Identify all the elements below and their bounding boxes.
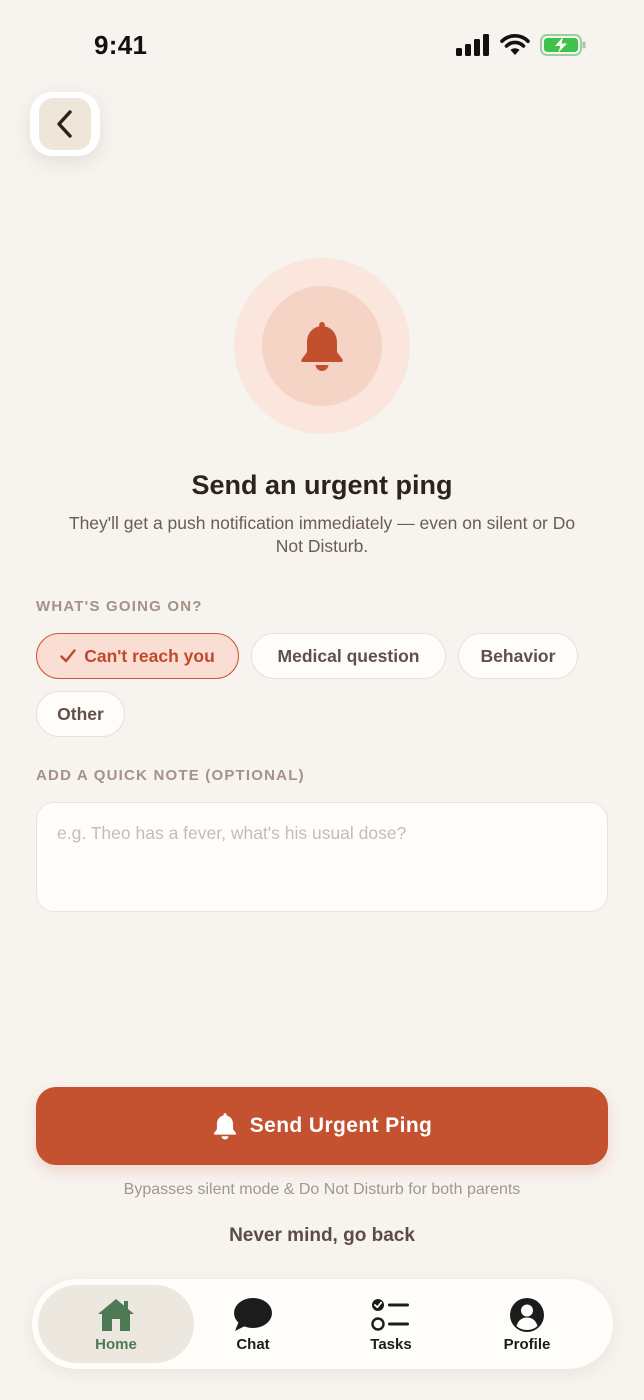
note-field-container [36, 802, 608, 912]
note-input[interactable] [55, 821, 589, 893]
reason-section-label: WHAT'S GOING ON? [36, 598, 203, 615]
tab-tasks[interactable]: Tasks [316, 1285, 466, 1363]
page-subtitle: They'll get a push notification immediat… [68, 513, 576, 556]
tab-label: Home [95, 1335, 137, 1353]
reason-chip-behavior[interactable]: Behavior [458, 633, 578, 679]
bell-hero-inner [262, 286, 382, 406]
reason-chip-other[interactable]: Other [36, 691, 125, 737]
urgent-ping-screen: 9:41 Send an urgent ping They'll get a p… [0, 0, 644, 1400]
tab-profile[interactable]: Profile [452, 1285, 602, 1363]
reason-chip-label: Other [57, 703, 104, 724]
profile-icon [508, 1296, 546, 1334]
chat-icon [233, 1296, 273, 1334]
tab-label: Chat [236, 1335, 270, 1353]
reason-chip-label: Behavior [480, 645, 556, 666]
bell-icon [212, 1112, 238, 1140]
note-section-label: ADD A QUICK NOTE (OPTIONAL) [36, 767, 305, 784]
home-icon [96, 1296, 136, 1334]
send-urgent-ping-button[interactable]: Send Urgent Ping [36, 1087, 608, 1165]
tab-chat[interactable]: Chat [178, 1285, 328, 1363]
back-button[interactable] [30, 92, 100, 156]
back-button-inner [39, 98, 91, 150]
bottom-tab-bar: Home Chat Tasks Profile [32, 1279, 613, 1369]
reason-chip-medical[interactable]: Medical question [251, 633, 446, 679]
wifi-icon [500, 34, 530, 55]
send-button-label: Send Urgent Ping [249, 1114, 433, 1137]
status-icons [456, 34, 586, 56]
check-icon [60, 649, 76, 663]
status-time: 9:41 [94, 30, 148, 60]
page-title: Send an urgent ping [191, 470, 453, 500]
tab-label: Profile [503, 1335, 551, 1353]
battery-charging-icon [540, 34, 586, 56]
reason-chip-label: Can't reach you [84, 645, 215, 666]
bell-hero-outer [234, 258, 410, 434]
never-mind-link[interactable]: Never mind, go back [0, 1225, 644, 1247]
tasks-icon [371, 1296, 411, 1334]
tab-label: Tasks [370, 1335, 412, 1353]
tab-home[interactable]: Home [38, 1285, 194, 1363]
chevron-left-icon [57, 110, 72, 138]
bell-icon [301, 322, 343, 371]
signal-icon [456, 34, 489, 56]
reason-chip-cant-reach[interactable]: Can't reach you [36, 633, 239, 679]
bypass-note: Bypasses silent mode & Do Not Disturb fo… [123, 1181, 521, 1198]
reason-chip-label: Medical question [277, 645, 420, 666]
